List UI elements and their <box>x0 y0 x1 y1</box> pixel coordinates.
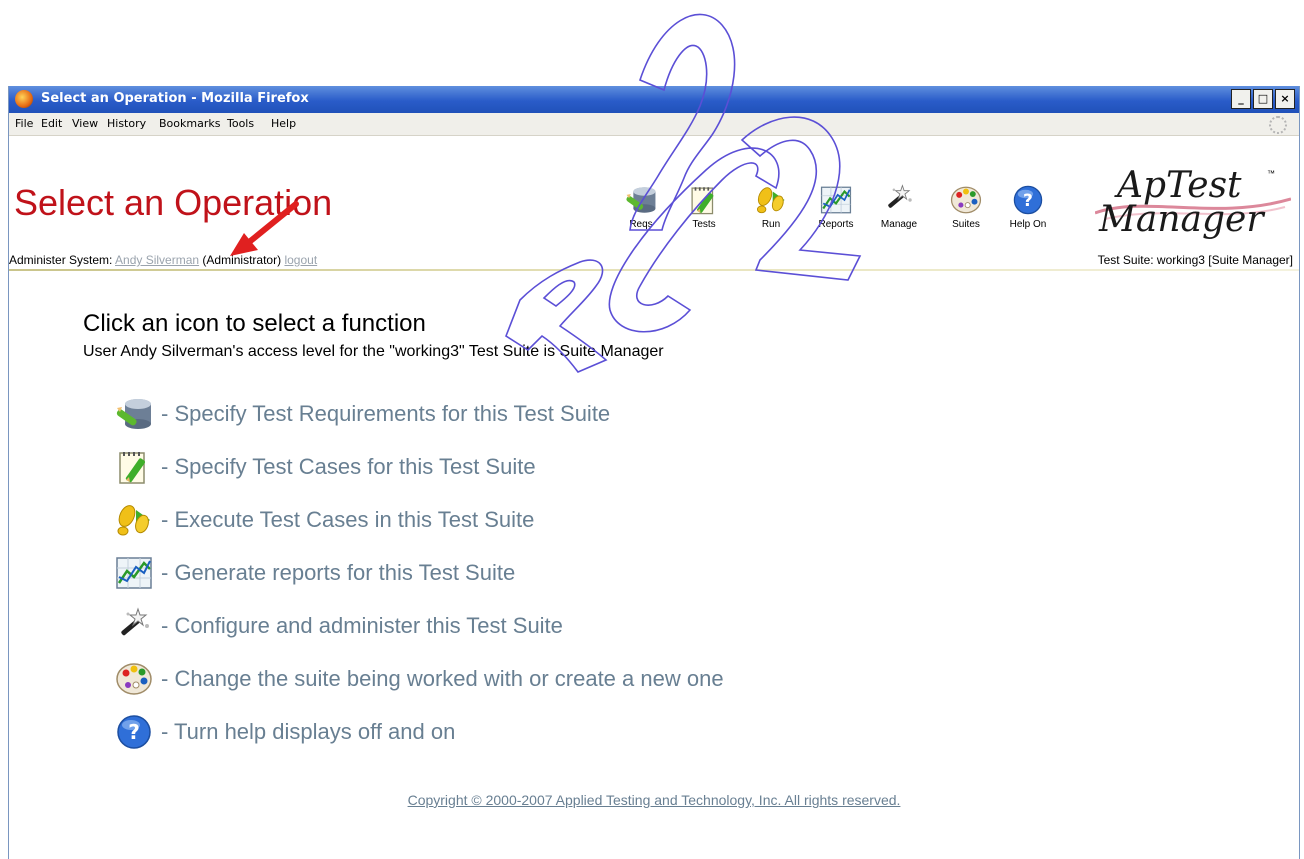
function-toggle-help[interactable]: - Turn help displays off and on <box>111 712 455 752</box>
menu-history[interactable]: History <box>107 117 146 130</box>
suite-info: Test Suite: working3 [Suite Manager] <box>1097 253 1293 267</box>
function-label[interactable]: - Configure and administer this Test Sui… <box>161 613 563 639</box>
header-divider <box>9 269 1299 271</box>
browser-window: Select an Operation - Mozilla Firefox _ … <box>8 86 1300 859</box>
toolbar-label: Reports <box>818 219 854 230</box>
close-button[interactable]: × <box>1275 89 1295 109</box>
chart-icon[interactable] <box>111 553 157 593</box>
toolbar-help-on[interactable]: Help On <box>1002 183 1054 230</box>
help-icon <box>1011 183 1045 217</box>
magic-wand-icon <box>882 183 916 217</box>
footprints-icon <box>754 183 788 217</box>
copyright-link[interactable]: Copyright © 2000-2007 Applied Testing an… <box>408 792 901 808</box>
menu-edit[interactable]: Edit <box>41 117 62 130</box>
logout-link[interactable]: logout <box>284 253 317 267</box>
toolbar-label: Help On <box>1009 219 1047 230</box>
function-change-suite[interactable]: - Change the suite being worked with or … <box>111 659 724 699</box>
function-label[interactable]: - Execute Test Cases in this Test Suite <box>161 507 534 533</box>
database-pencil-icon <box>624 183 658 217</box>
palette-icon <box>949 183 983 217</box>
function-execute-test-cases[interactable]: - Execute Test Cases in this Test Suite <box>111 500 534 540</box>
page-title: Select an Operation <box>14 182 333 223</box>
window-title: Select an Operation - Mozilla Firefox <box>41 91 309 106</box>
menu-tools[interactable]: Tools <box>227 117 254 130</box>
admin-prefix: Administer System: <box>9 253 113 267</box>
notepad-pencil-icon <box>687 183 721 217</box>
menu-view[interactable]: View <box>72 117 98 130</box>
maximize-button[interactable]: □ <box>1253 89 1273 109</box>
user-link[interactable]: Andy Silverman <box>115 253 199 267</box>
aptest-manager-logo: ApTest ™ Manager <box>1095 165 1291 247</box>
toolbar-tests[interactable]: Tests <box>678 183 730 230</box>
menu-bookmarks[interactable]: Bookmarks <box>159 117 220 130</box>
minimize-button[interactable]: _ <box>1231 89 1251 109</box>
menu-bar: File Edit View History Bookmarks Tools H… <box>9 113 1299 136</box>
toolbar-label: Tests <box>692 219 716 230</box>
toolbar-run[interactable]: Run <box>745 183 797 230</box>
toolbar-label: Manage <box>880 219 918 230</box>
toolbar-suites[interactable]: Suites <box>940 183 992 230</box>
page-content: Select an Operation Reqs Tests Run Repor… <box>9 135 1299 859</box>
database-pencil-icon[interactable] <box>111 394 157 434</box>
info-bar: Administer System: Andy Silverman (Admin… <box>9 253 1299 271</box>
logo-trademark: ™ <box>1267 169 1275 178</box>
help-icon[interactable] <box>111 712 157 752</box>
copyright-footer: Copyright © 2000-2007 Applied Testing an… <box>9 792 1299 808</box>
function-label[interactable]: - Change the suite being worked with or … <box>161 666 724 692</box>
toolbar-label: Run <box>761 219 781 230</box>
throbber-icon <box>1269 116 1287 134</box>
user-role: (Administrator) <box>202 253 282 267</box>
function-label[interactable]: - Turn help displays off and on <box>161 719 455 745</box>
toolbar-label: Reqs <box>629 219 653 230</box>
function-specify-requirements[interactable]: - Specify Test Requirements for this Tes… <box>111 394 610 434</box>
function-configure-administer[interactable]: - Configure and administer this Test Sui… <box>111 606 563 646</box>
window-controls: _ □ × <box>1231 89 1295 109</box>
main-heading: Click an icon to select a function <box>83 310 426 337</box>
function-generate-reports[interactable]: - Generate reports for this Test Suite <box>111 553 515 593</box>
function-specify-test-cases[interactable]: - Specify Test Cases for this Test Suite <box>111 447 536 487</box>
magic-wand-icon[interactable] <box>111 606 157 646</box>
chart-icon <box>819 183 853 217</box>
toolbar-label: Suites <box>952 219 980 230</box>
firefox-icon <box>15 90 33 108</box>
toolbar-reqs[interactable]: Reqs <box>615 183 667 230</box>
admin-info: Administer System: Andy Silverman (Admin… <box>9 253 317 267</box>
notepad-pencil-icon[interactable] <box>111 447 157 487</box>
footprints-icon[interactable] <box>111 500 157 540</box>
access-level-text: User Andy Silverman's access level for t… <box>83 343 664 360</box>
menu-file[interactable]: File <box>15 117 33 130</box>
menu-help[interactable]: Help <box>271 117 296 130</box>
function-label[interactable]: - Specify Test Cases for this Test Suite <box>161 454 536 480</box>
function-label[interactable]: - Generate reports for this Test Suite <box>161 560 515 586</box>
toolbar-reports[interactable]: Reports <box>810 183 862 230</box>
title-bar[interactable]: Select an Operation - Mozilla Firefox _ … <box>9 86 1299 113</box>
palette-icon[interactable] <box>111 659 157 699</box>
toolbar-manage[interactable]: Manage <box>873 183 925 230</box>
logo-line-2: Manager <box>1099 199 1264 240</box>
function-label[interactable]: - Specify Test Requirements for this Tes… <box>161 401 610 427</box>
